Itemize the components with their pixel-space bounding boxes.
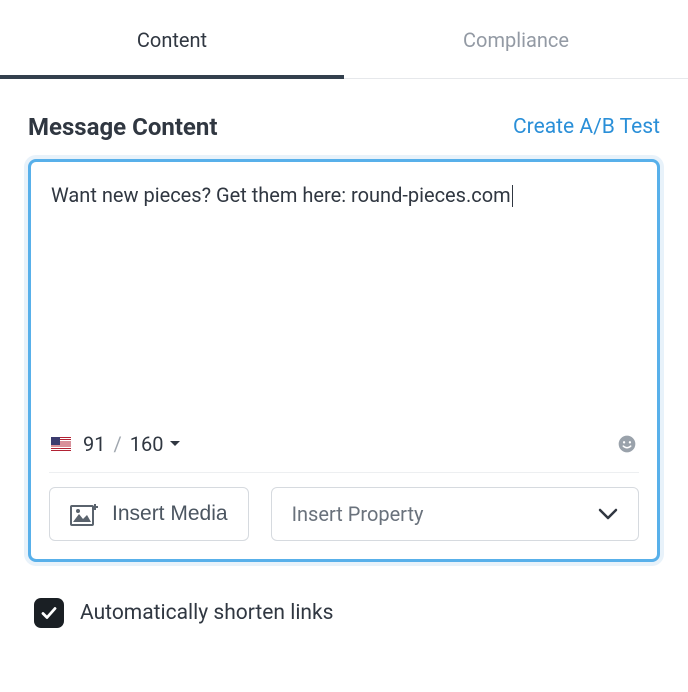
shorten-links-option: Automatically shorten links (28, 562, 660, 638)
caret-down-icon (169, 439, 181, 449)
insert-property-select[interactable]: Insert Property (271, 487, 639, 541)
tab-content[interactable]: Content (0, 0, 344, 78)
char-count-separator: / (113, 432, 121, 456)
tab-compliance[interactable]: Compliance (344, 0, 688, 78)
tab-compliance-label: Compliance (463, 28, 569, 52)
image-plus-icon (70, 502, 98, 526)
us-flag-icon[interactable] (51, 437, 71, 451)
shorten-links-label: Automatically shorten links (80, 601, 334, 625)
counter-row: 91 / 160 (49, 428, 639, 473)
create-ab-test-link[interactable]: Create A/B Test (513, 115, 660, 139)
panel-header: Message Content Create A/B Test (28, 113, 660, 141)
message-editor: Want new pieces? Get them here: round-pi… (28, 159, 660, 562)
tab-content-label: Content (137, 28, 207, 52)
action-row: Insert Media Insert Property (49, 487, 639, 541)
message-text: Want new pieces? Get them here: round-pi… (51, 183, 511, 207)
tabs: Content Compliance (0, 0, 688, 79)
counter-left: 91 / 160 (51, 432, 181, 456)
char-counter[interactable]: 91 / 160 (83, 432, 181, 456)
char-count-current: 91 (83, 432, 105, 456)
content-panel: Message Content Create A/B Test Want new… (0, 79, 688, 648)
insert-media-label: Insert Media (112, 502, 228, 526)
insert-media-button[interactable]: Insert Media (49, 487, 249, 541)
check-icon (40, 604, 58, 622)
chevron-down-icon (598, 507, 618, 521)
message-textarea[interactable]: Want new pieces? Get them here: round-pi… (49, 178, 639, 428)
emoji-picker-button[interactable] (617, 434, 637, 454)
insert-property-label: Insert Property (292, 502, 424, 526)
page-title: Message Content (28, 113, 217, 141)
text-cursor (512, 185, 513, 207)
char-count-max: 160 (130, 432, 164, 456)
shorten-links-checkbox[interactable] (34, 598, 64, 628)
smiley-icon (617, 434, 637, 454)
